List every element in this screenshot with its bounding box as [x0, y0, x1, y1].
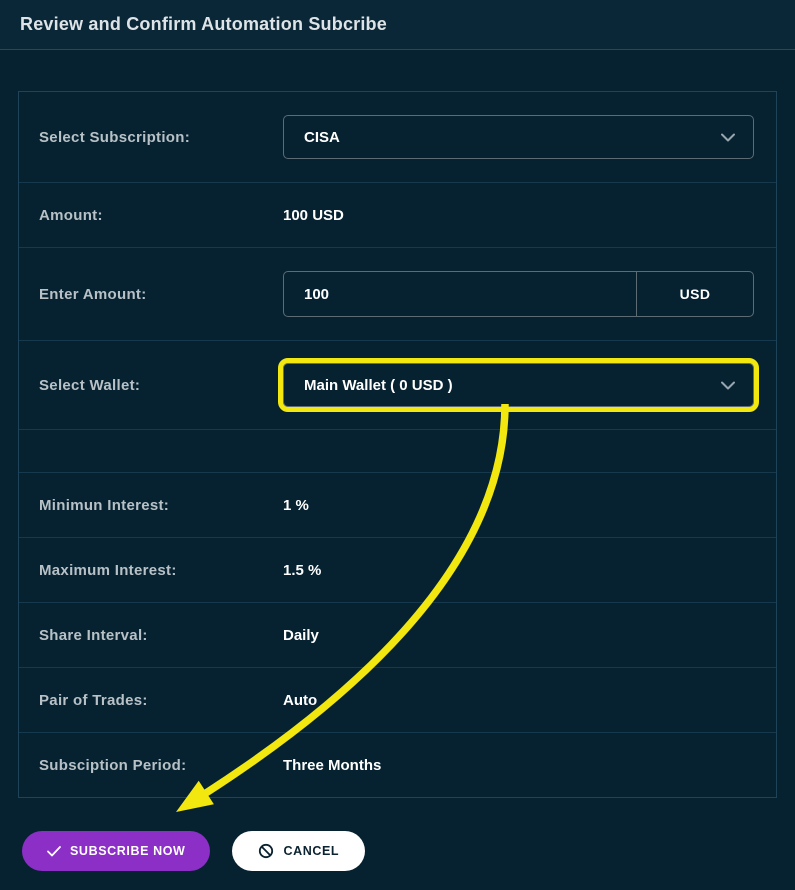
- wallet-select-value: Main Wallet ( 0 USD ): [304, 377, 453, 394]
- row-label: Maximum Interest:: [19, 562, 283, 579]
- row-label: Minimun Interest:: [19, 497, 283, 514]
- table-row-empty: [19, 429, 776, 472]
- table-row-minimum-interest: Minimun Interest: 1 %: [19, 472, 776, 537]
- maximum-interest-value: 1.5 %: [283, 562, 776, 579]
- cancel-label: CANCEL: [283, 844, 339, 858]
- table-row-maximum-interest: Maximum Interest: 1.5 %: [19, 537, 776, 602]
- amount-input-group: USD: [283, 271, 754, 317]
- amount-input[interactable]: [284, 272, 636, 316]
- ban-icon: [258, 843, 274, 859]
- row-label: Subsciption Period:: [19, 757, 283, 774]
- check-icon: [47, 846, 61, 857]
- review-table: Select Subscription: CISA Amount: 100 US…: [18, 91, 777, 798]
- row-label: Pair of Trades:: [19, 692, 283, 709]
- subscription-select[interactable]: CISA: [283, 115, 754, 159]
- subscribe-now-button[interactable]: SUBSCRIBE NOW: [22, 831, 210, 871]
- cancel-button[interactable]: CANCEL: [232, 831, 365, 871]
- table-row-share-interval: Share Interval: Daily: [19, 602, 776, 667]
- row-value: CISA: [283, 115, 776, 159]
- subscribe-now-label: SUBSCRIBE NOW: [70, 844, 185, 858]
- row-label: Share Interval:: [19, 627, 283, 644]
- row-value: Main Wallet ( 0 USD ): [283, 363, 776, 407]
- minimum-interest-value: 1 %: [283, 497, 776, 514]
- chevron-down-icon: [721, 381, 735, 390]
- table-row-enter-amount: Enter Amount: USD: [19, 247, 776, 340]
- amount-currency-addon: USD: [636, 272, 753, 316]
- chevron-down-icon: [721, 133, 735, 142]
- row-label: Enter Amount:: [19, 286, 283, 303]
- action-buttons: SUBSCRIBE NOW CANCEL: [22, 831, 795, 871]
- table-row-amount: Amount: 100 USD: [19, 182, 776, 247]
- subscription-period-value: Three Months: [283, 757, 776, 774]
- table-row-subscription-period: Subsciption Period: Three Months: [19, 732, 776, 797]
- table-row-select-wallet: Select Wallet: Main Wallet ( 0 USD ): [19, 340, 776, 429]
- row-value: USD: [283, 271, 776, 317]
- table-row-select-subscription: Select Subscription: CISA: [19, 92, 776, 182]
- row-label: Select Subscription:: [19, 129, 283, 146]
- row-label: Select Wallet:: [19, 377, 283, 394]
- amount-value: 100 USD: [283, 207, 776, 224]
- table-row-pair-of-trades: Pair of Trades: Auto: [19, 667, 776, 732]
- pair-of-trades-value: Auto: [283, 692, 776, 709]
- subscription-select-value: CISA: [304, 129, 340, 146]
- page-title: Review and Confirm Automation Subcribe: [20, 14, 387, 35]
- page-header: Review and Confirm Automation Subcribe: [0, 0, 795, 50]
- share-interval-value: Daily: [283, 627, 776, 644]
- wallet-select[interactable]: Main Wallet ( 0 USD ): [283, 363, 754, 407]
- row-label: Amount:: [19, 207, 283, 224]
- form-panel: Select Subscription: CISA Amount: 100 US…: [18, 91, 777, 798]
